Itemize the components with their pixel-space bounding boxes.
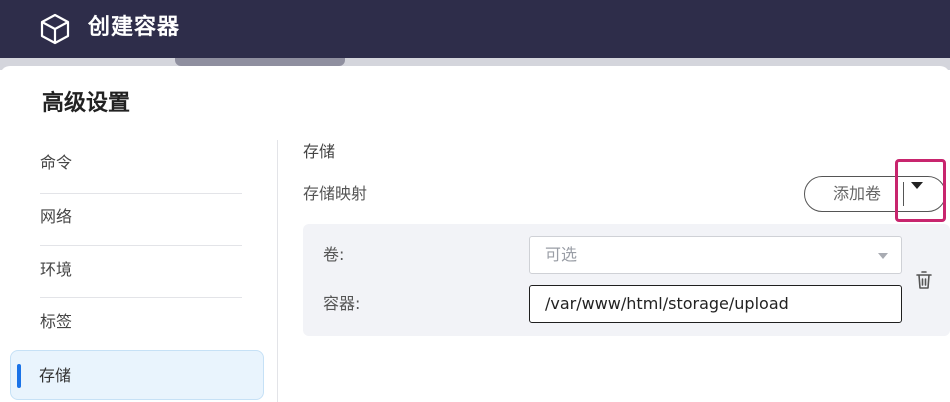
sidebar-item-label: 标签 <box>40 312 73 331</box>
sidebar-item-storage[interactable]: 存储 <box>10 350 264 400</box>
caret-down-icon <box>911 182 923 189</box>
active-indicator <box>17 364 21 388</box>
sidebar-item-command[interactable]: 命令 <box>40 146 242 180</box>
sidebar-item-environment[interactable]: 环境 <box>40 253 242 287</box>
sidebar-item-label: 网络 <box>40 207 73 226</box>
volume-select-value: 可选 <box>545 245 578 264</box>
sidebar-item-network[interactable]: 网络 <box>40 200 242 234</box>
page-title: 高级设置 <box>42 91 131 116</box>
container-path-input[interactable]: /var/www/html/storage/upload <box>529 285 902 323</box>
cube-icon <box>40 13 70 45</box>
storage-heading: 存储 <box>303 142 336 161</box>
sidebar-item-label: 命令 <box>40 153 73 172</box>
trash-icon[interactable] <box>912 268 936 292</box>
add-volume-label: 添加卷 <box>833 184 882 203</box>
content-divider <box>277 140 278 402</box>
container-path-value: /var/www/html/storage/upload <box>545 294 789 313</box>
sidebar-divider <box>40 297 242 298</box>
sidebar-item-label: 存储 <box>39 366 72 385</box>
chevron-down-icon <box>878 253 888 259</box>
storage-mapping-label: 存储映射 <box>303 184 368 203</box>
title-bar: 创建容器 <box>0 0 950 58</box>
volume-select[interactable]: 可选 <box>529 236 902 274</box>
container-label: 容器: <box>323 294 361 313</box>
sidebar-divider <box>40 245 242 246</box>
sidebar-item-label: 环境 <box>40 260 73 279</box>
window-title: 创建容器 <box>88 15 181 40</box>
add-volume-dropdown-toggle[interactable] <box>895 159 946 222</box>
sidebar-divider <box>40 193 242 194</box>
volume-label: 卷: <box>323 245 345 264</box>
sidebar-item-labels[interactable]: 标签 <box>40 305 242 339</box>
sheet-backdrop-tab <box>175 58 345 66</box>
